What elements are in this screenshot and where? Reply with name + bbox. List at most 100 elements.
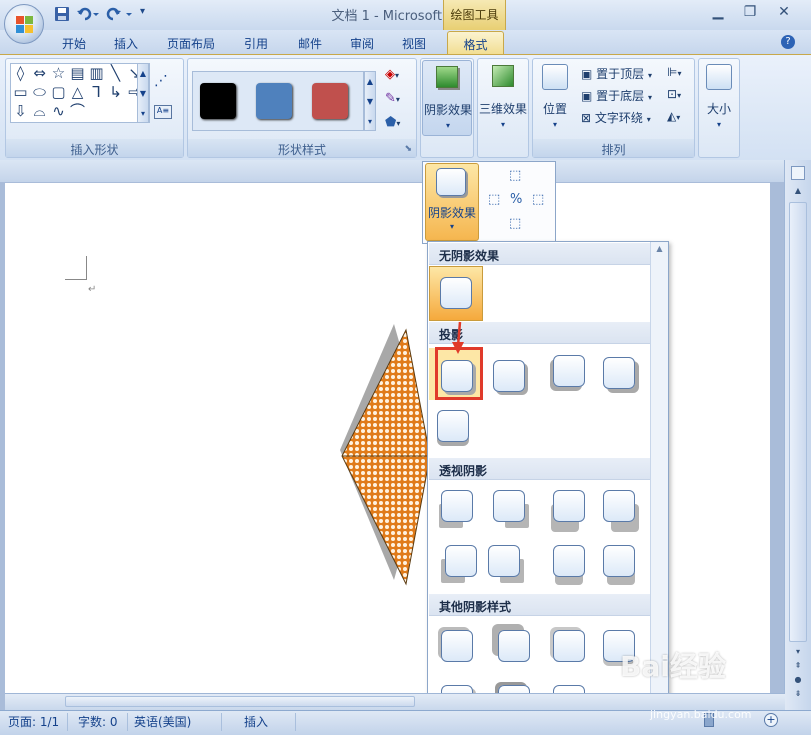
perspective-shadow-option-1[interactable] — [441, 490, 473, 522]
send-to-back-button[interactable]: ▣ 置于底层 ▾ — [581, 87, 652, 104]
watermark-sub: jingyan.baidu.com — [650, 708, 752, 721]
tab-home[interactable]: 开始 — [54, 33, 94, 54]
shadow-effects-button[interactable]: 阴影效果 ▾ — [422, 60, 472, 136]
drop-shadow-option-3[interactable] — [553, 355, 585, 387]
styles-gallery-scroll[interactable]: ▲ ▼ ▾ — [364, 71, 376, 131]
nudge-shadow-right-icon[interactable]: ⬚ — [532, 192, 544, 207]
dialog-launcher-icon[interactable]: ⬊ — [404, 144, 412, 154]
tab-format[interactable]: 格式 — [447, 31, 504, 55]
window-title: 文档 1 - Microsoft Word — [331, 9, 480, 24]
size-icon — [706, 64, 732, 90]
scroll-up-icon[interactable]: ▲ — [789, 186, 807, 200]
nudge-shadow-up-icon[interactable]: ⬚ — [509, 168, 521, 183]
shape-oval-icon[interactable]: ⬭ — [30, 83, 49, 102]
text-wrap-label: 文字环绕 — [594, 111, 643, 125]
shape-rounded-rect-icon[interactable]: ▢ — [49, 83, 68, 102]
scroll-thumb[interactable] — [789, 202, 807, 642]
bring-to-front-button[interactable]: ▣ 置于顶层 ▾ — [581, 65, 652, 82]
group-shape-styles: ▲ ▼ ▾ ◈▾ ✎▾ ⬟▾ 形状样式 ⬊ — [187, 58, 417, 158]
edit-shape-icon[interactable]: ⋰ — [154, 73, 168, 89]
shadow-effects-icon — [436, 66, 458, 88]
shape-arc-icon[interactable]: ⌒ — [68, 102, 87, 121]
other-shadow-option-1[interactable] — [441, 630, 473, 662]
shape-rectangle-icon[interactable]: ▭ — [11, 83, 30, 102]
rotate-icon[interactable]: ◭▾ — [667, 109, 680, 123]
shape-line-icon[interactable]: ╲ — [106, 64, 125, 83]
tab-review[interactable]: 审阅 — [342, 33, 382, 54]
shape-diamond-icon[interactable]: ◊ — [11, 64, 30, 83]
size-label: 大小 — [706, 102, 731, 116]
close-icon[interactable]: ✕ — [772, 4, 796, 22]
perspective-shadow-option-2[interactable] — [493, 490, 525, 522]
drop-shadow-option-4[interactable] — [603, 357, 635, 389]
status-page[interactable]: 页面: 1/1 — [0, 713, 68, 731]
size-button[interactable]: 大小 ▾ — [700, 60, 738, 136]
shapes-gallery-scroll[interactable]: ▲ ▼ ▾ — [137, 63, 149, 123]
diamond-shape[interactable] — [330, 320, 430, 590]
group-insert-shapes: ◊ ⇔ ☆ ▤ ▥ ╲ ↘ ▭ ⬭ ▢ △ ⅂ ↳ ⇨ ⇩ ⌓ ∿ ⌒ ▲ ▼ ▾ … — [5, 58, 184, 158]
status-words[interactable]: 字数: 0 — [70, 713, 128, 731]
shadow-toggle-icon[interactable]: % — [510, 192, 522, 207]
vertical-scrollbar[interactable]: ▲ ▾ ⇞ ● ⇟ — [784, 160, 811, 710]
office-button[interactable] — [4, 4, 44, 44]
align-icon[interactable]: ⊫▾ — [667, 65, 681, 79]
other-shadow-option-3[interactable] — [553, 630, 585, 662]
tab-mailings[interactable]: 邮件 — [290, 33, 330, 54]
shape-double-arrow-icon[interactable]: ⇔ — [30, 64, 49, 83]
nudge-shadow-left-icon[interactable]: ⬚ — [488, 192, 500, 207]
status-language[interactable]: 英语(美国) — [126, 713, 222, 731]
minimize-icon[interactable]: ▁ — [706, 4, 730, 22]
perspective-shadow-option-4[interactable] — [603, 490, 635, 522]
tab-insert[interactable]: 插入 — [106, 33, 146, 54]
nudge-shadow-down-icon[interactable]: ⬚ — [509, 216, 521, 231]
shape-elbow-icon[interactable]: ⅂ — [87, 83, 106, 102]
shape-triangle-icon[interactable]: △ — [68, 83, 87, 102]
style-swatch-red[interactable] — [312, 83, 348, 119]
hscroll-thumb[interactable] — [65, 696, 415, 707]
no-shadow-option[interactable] — [429, 266, 483, 321]
no-shadow-icon — [440, 277, 472, 309]
drop-shadow-option-2[interactable] — [493, 360, 525, 392]
annotation-arrow-icon — [452, 321, 464, 354]
tab-view[interactable]: 视图 — [394, 33, 434, 54]
group-3d-effects: 三维效果 ▾ — [477, 58, 529, 158]
3d-effects-label: 三维效果 — [479, 102, 528, 116]
shadow-effects-label: 阴影效果 — [423, 103, 472, 117]
browse-object-controls[interactable]: ▾ ⇞ ● ⇟ — [789, 645, 807, 701]
change-shape-icon[interactable]: ⬟▾ — [385, 115, 400, 130]
shape-star-icon[interactable]: ☆ — [49, 64, 68, 83]
3d-effects-button[interactable]: 三维效果 ▾ — [479, 60, 527, 136]
flyout-shadow-effects-button[interactable]: 阴影效果 ▾ — [425, 163, 479, 241]
style-swatch-blue[interactable] — [256, 83, 292, 119]
style-swatch-black[interactable] — [200, 83, 236, 119]
group-objects-icon[interactable]: ⊡▾ — [667, 87, 681, 101]
tab-references[interactable]: 引用 — [236, 33, 276, 54]
shape-textbox-icon[interactable]: ▤ — [68, 64, 87, 83]
help-icon[interactable]: ? — [781, 35, 795, 49]
shape-vertical-textbox-icon[interactable]: ▥ — [87, 64, 106, 83]
shadow-effects-icon — [436, 168, 466, 196]
restore-icon[interactable]: ❐ — [738, 4, 762, 22]
flyout-shadow-effects-label: 阴影效果 — [427, 206, 476, 220]
zoom-in-icon[interactable]: + — [764, 713, 778, 727]
shape-elbow-arrow-icon[interactable]: ↳ — [106, 83, 125, 102]
perspective-shadow-option-7[interactable] — [553, 545, 585, 577]
drop-shadow-option-5[interactable] — [437, 410, 469, 442]
status-mode[interactable]: 插入 — [236, 713, 296, 731]
tab-page-layout[interactable]: 页面布局 — [160, 33, 222, 54]
perspective-shadow-option-3[interactable] — [553, 490, 585, 522]
ruler-toggle-icon[interactable] — [791, 166, 805, 180]
shape-down-arrow-icon[interactable]: ⇩ — [11, 102, 30, 121]
text-wrap-button[interactable]: ⊠ 文字环绕 ▾ — [581, 109, 651, 126]
shape-outline-icon[interactable]: ✎▾ — [385, 91, 400, 106]
shape-curve-icon[interactable]: ∿ — [49, 102, 68, 121]
perspective-shadow-option-8[interactable] — [603, 545, 635, 577]
shape-fill-icon[interactable]: ◈▾ — [385, 67, 399, 82]
perspective-shadow-option-6[interactable] — [488, 545, 520, 577]
draw-textbox-icon[interactable]: A≡ — [154, 105, 172, 119]
position-button[interactable]: 位置 ▾ — [535, 60, 575, 136]
perspective-shadow-option-5[interactable] — [445, 545, 477, 577]
other-shadow-option-2[interactable] — [498, 630, 530, 662]
shape-callout-icon[interactable]: ⌓ — [30, 102, 49, 121]
shapes-gallery[interactable]: ◊ ⇔ ☆ ▤ ▥ ╲ ↘ ▭ ⬭ ▢ △ ⅂ ↳ ⇨ ⇩ ⌓ ∿ ⌒ — [10, 63, 150, 123]
